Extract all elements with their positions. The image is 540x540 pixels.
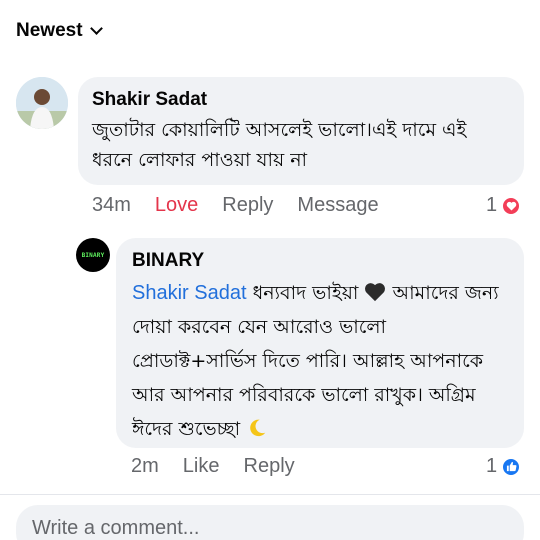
- reply-time[interactable]: 2m: [131, 455, 159, 478]
- message-button[interactable]: Message: [297, 194, 378, 217]
- chevron-down-icon: [89, 22, 103, 35]
- brand-logo: BINARY: [81, 251, 105, 259]
- reply-text-body: আমাদের জন্য দোয়া করবেন যেন আরোও ভালো প্…: [132, 282, 499, 440]
- reply-button[interactable]: Reply: [244, 455, 295, 478]
- reaction-summary[interactable]: 1: [486, 194, 522, 217]
- user-photo-icon: [16, 77, 68, 129]
- sort-label: Newest: [16, 20, 83, 41]
- avatar[interactable]: BINARY: [76, 238, 110, 272]
- comment-text: জুতাটার কোয়ালিটি আসলেই ভালো।এই দামে এই …: [92, 119, 467, 171]
- reply-bubble: BINARY Shakir Sadat ধন্যবাদ ভাইয়া আমাদে…: [116, 238, 524, 448]
- reply-text-intro: ধন্যবাদ ভাইয়া: [252, 282, 359, 304]
- reaction-count: 1: [486, 194, 498, 216]
- reply-author[interactable]: BINARY: [132, 248, 508, 274]
- reaction-summary[interactable]: 1: [486, 455, 522, 478]
- comment-author[interactable]: Shakir Sadat: [92, 87, 510, 113]
- divider: [0, 494, 540, 495]
- comment-actions: 34m Love Reply Message: [92, 194, 403, 217]
- comment-time[interactable]: 34m: [92, 194, 131, 217]
- mention-link[interactable]: Shakir Sadat: [132, 282, 247, 304]
- black-heart-icon: [365, 283, 386, 302]
- reaction-count: 1: [486, 455, 498, 477]
- comment-input[interactable]: [32, 517, 508, 540]
- love-reaction-icon: [501, 195, 522, 216]
- comment-bubble: Shakir Sadat জুতাটার কোয়ালিটি আসলেই ভাল…: [78, 77, 524, 185]
- comment-composer[interactable]: [16, 505, 524, 540]
- like-reaction-icon: [501, 456, 522, 477]
- reply-actions: 2m Like Reply: [131, 455, 319, 478]
- like-button[interactable]: Like: [183, 455, 220, 478]
- sort-dropdown[interactable]: Newest: [16, 20, 103, 42]
- avatar[interactable]: [16, 77, 68, 129]
- reply-button[interactable]: Reply: [222, 194, 273, 217]
- love-button[interactable]: Love: [155, 194, 198, 217]
- crescent-moon-icon: [250, 419, 266, 437]
- reply-text: Shakir Sadat ধন্যবাদ ভাইয়া আমাদের জন্য …: [132, 276, 508, 446]
